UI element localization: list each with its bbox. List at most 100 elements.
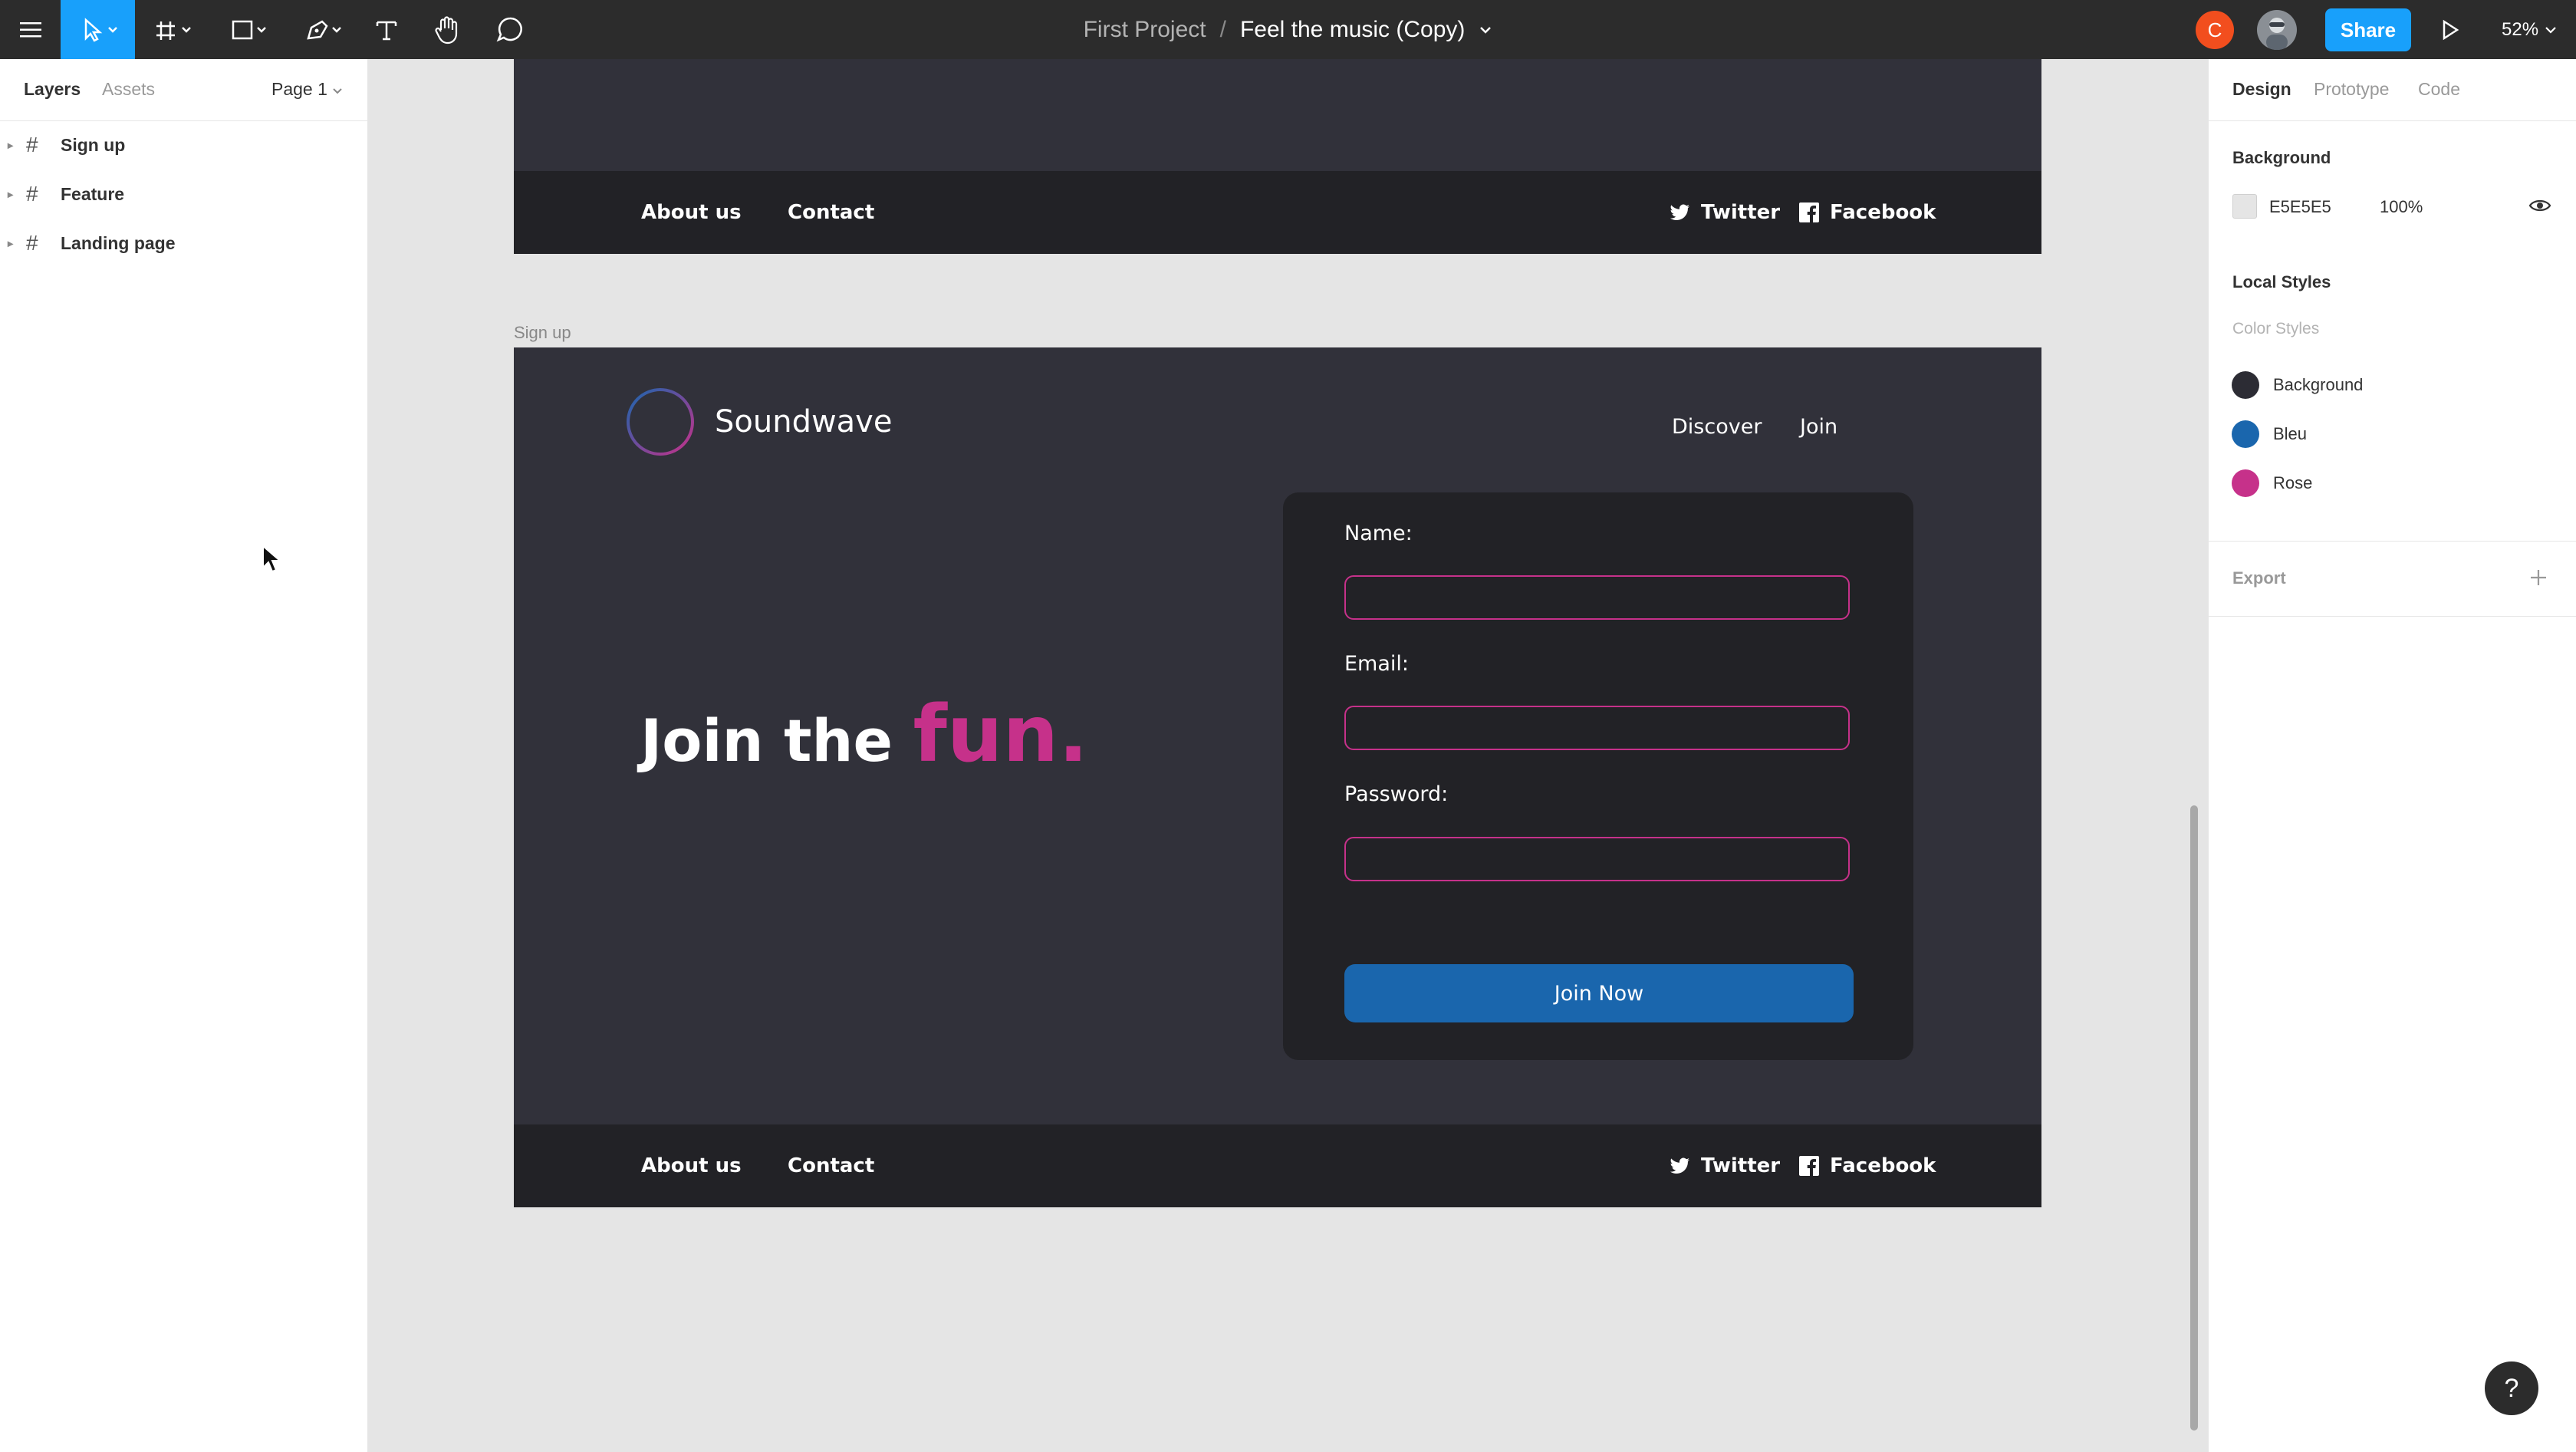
twitter-icon	[1670, 204, 1689, 220]
comment-icon	[496, 17, 522, 41]
chevron-down-icon[interactable]	[1479, 25, 1492, 35]
play-icon	[2443, 19, 2459, 40]
facebook-icon	[1799, 202, 1819, 222]
color-style-rose[interactable]: Rose	[2232, 469, 2312, 497]
footer-link-twitter[interactable]: Twitter	[1670, 1124, 1780, 1207]
chevron-down-icon	[2545, 26, 2556, 34]
footer-link-contact[interactable]: Contact	[788, 171, 874, 254]
color-style-background[interactable]: Background	[2232, 371, 2363, 399]
divider	[2209, 120, 2576, 121]
move-tool-button[interactable]	[61, 0, 135, 59]
rectangle-icon	[232, 20, 266, 39]
shape-tool-button[interactable]	[221, 0, 282, 59]
hero-text: Join the	[640, 706, 913, 775]
tab-assets[interactable]: Assets	[102, 79, 155, 100]
divider	[2209, 616, 2576, 617]
footer: About us Contact Twitter Facebook	[514, 1124, 2041, 1207]
page-selector[interactable]: Page 1	[271, 79, 343, 100]
email-field[interactable]	[1344, 706, 1850, 750]
plus-icon[interactable]	[2529, 568, 2548, 587]
landing-frame-bottom[interactable]: About us Contact Twitter Facebook	[514, 59, 2041, 254]
name-field[interactable]	[1344, 575, 1850, 620]
expand-caret-icon[interactable]: ▸	[8, 237, 13, 250]
color-swatch	[2232, 420, 2259, 448]
divider	[2209, 541, 2576, 542]
layer-item-feature[interactable]: ▸ # Feature	[0, 171, 367, 217]
frame-hash-icon: #	[26, 182, 38, 206]
footer-link-twitter[interactable]: Twitter	[1670, 171, 1780, 254]
footer-link-facebook[interactable]: Facebook	[1799, 1124, 1936, 1207]
expand-caret-icon[interactable]: ▸	[8, 188, 13, 201]
name-label: Name:	[1344, 522, 1413, 545]
facebook-icon	[1799, 1156, 1819, 1176]
footer-link-about[interactable]: About us	[641, 1124, 742, 1207]
comment-tool-button[interactable]	[491, 0, 529, 59]
email-label: Email:	[1344, 652, 1410, 676]
layer-item-sign-up[interactable]: ▸ # Sign up	[0, 122, 367, 168]
canvas-scrollbar[interactable]	[2190, 805, 2198, 1431]
eye-visibility-icon[interactable]	[2528, 197, 2551, 214]
frame-tool-button[interactable]	[146, 0, 207, 59]
background-section-title: Background	[2232, 148, 2331, 167]
signup-frame[interactable]: Soundwave Discover Join Join the fun. Na…	[514, 347, 2041, 1207]
color-styles-title: Color Styles	[2232, 320, 2320, 337]
layer-label: Feature	[61, 183, 125, 204]
twitter-label: Twitter	[1701, 201, 1781, 224]
layer-item-landing-page[interactable]: ▸ # Landing page	[0, 220, 367, 266]
facebook-label: Facebook	[1830, 1154, 1936, 1177]
background-opacity[interactable]: 100%	[2380, 197, 2423, 217]
layer-label: Landing page	[61, 232, 176, 253]
local-styles-title: Local Styles	[2232, 272, 2331, 291]
tab-prototype[interactable]: Prototype	[2314, 79, 2389, 100]
top-toolbar: First Project / Feel the music (Copy) C …	[0, 0, 2576, 59]
join-now-button[interactable]: Join Now	[1344, 964, 1854, 1022]
move-cursor-icon	[84, 17, 117, 42]
pen-tool-button[interactable]	[296, 0, 357, 59]
color-style-bleu[interactable]: Bleu	[2232, 420, 2307, 448]
tab-code[interactable]: Code	[2418, 79, 2460, 100]
zoom-menu[interactable]: 52%	[2502, 0, 2557, 59]
brand: Soundwave	[626, 387, 892, 456]
background-hex[interactable]: E5E5E5	[2269, 197, 2331, 217]
signup-form: Name: Email: Password: Join Now	[1283, 492, 1913, 1060]
footer-link-facebook[interactable]: Facebook	[1799, 171, 1936, 254]
twitter-label: Twitter	[1701, 1154, 1781, 1177]
present-button[interactable]	[2433, 0, 2468, 59]
text-tool-button[interactable]	[369, 0, 404, 59]
expand-caret-icon[interactable]: ▸	[8, 139, 13, 152]
soundwave-logo-icon	[627, 388, 694, 456]
background-swatch[interactable]	[2232, 194, 2257, 219]
user-avatar-photo[interactable]	[2257, 10, 2297, 50]
pen-icon	[307, 19, 341, 39]
tab-layers[interactable]: Layers	[24, 79, 81, 100]
footer-link-contact[interactable]: Contact	[788, 1124, 874, 1207]
color-style-name: Background	[2273, 375, 2364, 394]
share-button[interactable]: Share	[2325, 8, 2411, 51]
mouse-pointer-icon	[262, 544, 282, 573]
facebook-label: Facebook	[1830, 201, 1936, 224]
password-field[interactable]	[1344, 837, 1850, 881]
text-icon	[376, 21, 397, 40]
nav-join[interactable]: Join	[1800, 415, 1837, 439]
zoom-level: 52%	[2502, 18, 2539, 40]
color-swatch	[2232, 469, 2259, 497]
hero-heading: Join the fun.	[640, 689, 1088, 780]
frame-hash-icon: #	[26, 231, 38, 255]
brand-name: Soundwave	[715, 404, 893, 440]
hand-icon	[435, 15, 458, 44]
page-selector-label: Page 1	[271, 79, 327, 99]
frame-hash-icon: #	[26, 133, 38, 156]
hamburger-menu-icon[interactable]	[9, 0, 52, 59]
file-name[interactable]: Feel the music (Copy)	[1240, 17, 1465, 43]
twitter-icon	[1670, 1157, 1689, 1174]
user-avatar-initial[interactable]: C	[2196, 11, 2234, 49]
nav-discover[interactable]: Discover	[1672, 415, 1762, 439]
color-style-name: Rose	[2273, 473, 2313, 492]
frame-label[interactable]: Sign up	[514, 323, 571, 343]
password-label: Password:	[1344, 782, 1449, 806]
footer-link-about[interactable]: About us	[641, 171, 742, 254]
hand-tool-button[interactable]	[428, 0, 466, 59]
help-button[interactable]: ?	[2485, 1361, 2538, 1415]
tab-design[interactable]: Design	[2232, 79, 2291, 100]
project-name[interactable]: First Project	[1084, 17, 1206, 43]
